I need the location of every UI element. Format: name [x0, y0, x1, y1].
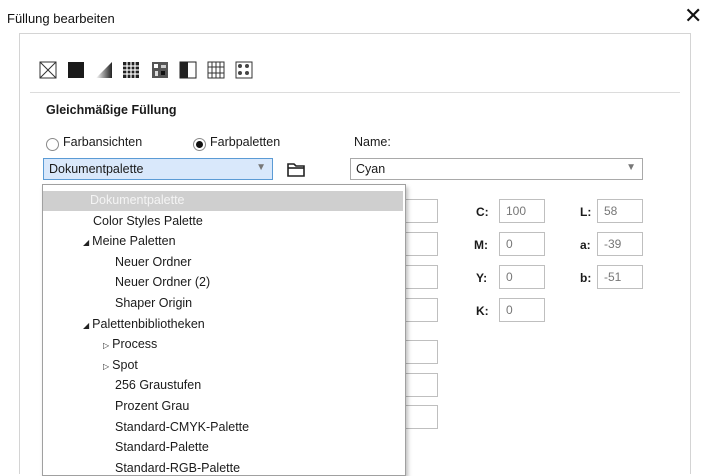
palette-dropdown-list[interactable]: Dokumentpalette Color Styles Palette ◢ Mein… [42, 184, 406, 476]
a-field[interactable]: -39 [597, 232, 643, 256]
dropdown-item[interactable]: Neuer Ordner (2) [115, 275, 210, 289]
collapse-arrow-icon[interactable]: ◢ [83, 238, 89, 247]
palette-select-value: Dokumentpalette [49, 162, 144, 176]
dropdown-item-label: Standard-RGB-Palette [115, 460, 241, 475]
y-field[interactable]: 0 [499, 265, 545, 289]
dropdown-item[interactable]: Standard-Palette [115, 440, 209, 454]
dropdown-item[interactable]: ▷ Process [103, 337, 157, 351]
no-fill-icon[interactable] [39, 61, 57, 79]
bitmap-pattern-icon[interactable] [151, 61, 169, 79]
dropdown-item-label: 256 Graustufen [115, 378, 202, 393]
uniform-fill-icon[interactable] [67, 61, 85, 79]
c-field[interactable]: 100 [499, 199, 545, 223]
expand-arrow-icon[interactable]: ▷ [103, 341, 109, 350]
name-select[interactable]: Cyan ▼ [350, 158, 643, 180]
vector-pattern-icon[interactable] [122, 61, 140, 79]
dropdown-item[interactable]: 256 Graustufen [115, 378, 201, 392]
chevron-down-icon: ▼ [626, 162, 636, 173]
b-field[interactable]: -51 [597, 265, 643, 289]
dropdown-item[interactable]: Neuer Ordner [115, 255, 191, 269]
dropdown-item-label: Dokumentpalette [90, 193, 185, 207]
dropdown-item-label: Neuer Ordner [115, 254, 192, 269]
m-label: M: [474, 238, 488, 252]
radio-farbpaletten-label[interactable]: Farbpaletten [210, 135, 280, 149]
dropdown-item-label: Standard-CMYK-Palette [115, 419, 250, 434]
y-label: Y: [476, 271, 488, 285]
dropdown-item[interactable]: Color Styles Palette [93, 214, 203, 228]
texture-fill-icon[interactable] [207, 61, 225, 79]
dropdown-item-label: Standard-Palette [115, 440, 209, 455]
k-label: K: [476, 304, 489, 318]
palette-select[interactable]: Dokumentpalette ▼ [43, 158, 273, 180]
expand-arrow-icon[interactable]: ▷ [103, 362, 109, 371]
postscript-fill-icon[interactable] [235, 61, 253, 79]
dropdown-item[interactable]: ▷ Spot [103, 358, 138, 372]
dropdown-item-label: Palettenbibliotheken [92, 316, 205, 331]
dropdown-item-label: Neuer Ordner (2) [115, 275, 211, 290]
b-label: b: [580, 271, 592, 285]
dropdown-item[interactable]: Shaper Origin [115, 296, 192, 310]
name-select-value: Cyan [356, 162, 386, 176]
toolbar-divider [30, 92, 680, 93]
c-label: C: [476, 205, 489, 219]
k-field[interactable]: 0 [499, 298, 545, 322]
section-title: Gleichmäßige Füllung [46, 103, 177, 117]
dropdown-item[interactable]: Standard-RGB-Palette [115, 461, 240, 475]
dropdown-item-label: Color Styles Palette [93, 213, 203, 228]
m-field[interactable]: 0 [499, 232, 545, 256]
close-icon[interactable]: ✕ [684, 3, 702, 29]
two-color-pattern-icon[interactable] [179, 61, 197, 79]
dropdown-item[interactable]: Prozent Grau [115, 399, 189, 413]
folder-icon[interactable] [286, 160, 306, 181]
name-label: Name: [354, 135, 391, 149]
dropdown-item-label: Meine Paletten [92, 234, 176, 249]
dropdown-item-label: Spot [112, 357, 138, 372]
chevron-down-icon: ▼ [256, 162, 266, 173]
dropdown-item[interactable]: ◢ Palettenbibliotheken [83, 317, 205, 331]
l-label: L: [580, 205, 592, 219]
fountain-fill-icon[interactable] [95, 61, 113, 79]
radio-farbansichten-label[interactable]: Farbansichten [63, 135, 142, 149]
l-field[interactable]: 58 [597, 199, 643, 223]
window-title: Füllung bearbeiten [7, 11, 115, 26]
dropdown-item-label: Prozent Grau [115, 399, 190, 413]
collapse-arrow-icon[interactable]: ◢ [83, 321, 89, 330]
dropdown-item-label: Process [112, 337, 158, 352]
dropdown-item[interactable]: ◢ Meine Paletten [83, 234, 176, 248]
radio-farbpaletten[interactable] [193, 138, 206, 151]
radio-farbansichten[interactable] [46, 138, 59, 151]
a-label: a: [580, 238, 591, 252]
dropdown-item[interactable]: Dokumentpalette [90, 193, 185, 207]
dropdown-item-label: Shaper Origin [115, 296, 193, 310]
dropdown-item[interactable]: Standard-CMYK-Palette [115, 420, 249, 434]
